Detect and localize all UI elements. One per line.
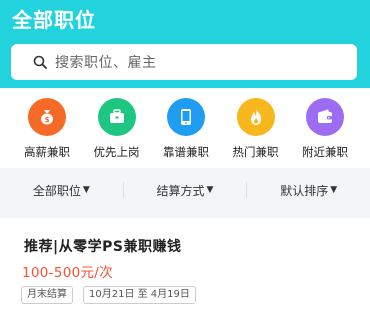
filter-label: 全部职位 bbox=[32, 183, 81, 198]
filter-bar: 全部职位 ▼ 结算方式 ▼ 默认排序 ▼ bbox=[0, 170, 370, 210]
page-title: 全部职位 bbox=[12, 8, 96, 32]
tag-settlement: 月末结算 bbox=[21, 286, 73, 304]
header-bar: 全部职位 搜索职位、雇主 bbox=[0, 0, 370, 88]
job-title: 推荐|从零学PS兼职赚钱 bbox=[24, 239, 182, 255]
search-placeholder: 搜索职位、雇主 bbox=[55, 55, 157, 71]
briefcase-icon bbox=[97, 98, 136, 136]
caret-down-icon: ▼ bbox=[206, 185, 214, 195]
svg-text:$: $ bbox=[45, 116, 50, 124]
search-icon bbox=[33, 55, 47, 69]
category-label: 高薪兼职 bbox=[24, 145, 70, 159]
filter-label: 默认排序 bbox=[280, 183, 329, 198]
search-bar[interactable]: 搜索职位、雇主 bbox=[11, 44, 357, 80]
category-high-pay[interactable]: $ 高薪兼职 bbox=[15, 98, 79, 164]
wallet-icon bbox=[306, 98, 344, 136]
category-reliable[interactable]: 靠谱兼职 bbox=[154, 98, 218, 164]
tag-date-range: 10月21日 至 4月19日 bbox=[83, 286, 196, 304]
filter-settlement[interactable]: 结算方式 ▼ bbox=[124, 182, 247, 199]
category-priority[interactable]: 优先上岗 bbox=[85, 98, 149, 164]
category-label: 热门兼职 bbox=[232, 145, 279, 159]
category-hot[interactable]: 热门兼职 bbox=[224, 98, 288, 164]
phone-icon bbox=[167, 98, 205, 136]
caret-down-icon: ▼ bbox=[82, 185, 90, 195]
job-tags: 月末结算 10月21日 至 4月19日 bbox=[21, 286, 206, 304]
category-label: 优先上岗 bbox=[93, 145, 140, 159]
caret-down-icon: ▼ bbox=[330, 185, 338, 195]
filter-sort[interactable]: 默认排序 ▼ bbox=[247, 182, 370, 199]
category-label: 靠谱兼职 bbox=[163, 145, 209, 159]
category-nearby[interactable]: 附近兼职 bbox=[293, 98, 357, 164]
category-row: $ 高薪兼职 优先上岗 靠谱兼职 热门兼职 附近兼职 bbox=[0, 98, 370, 164]
flame-icon bbox=[236, 98, 275, 136]
category-label: 附近兼职 bbox=[302, 145, 348, 159]
filter-label: 结算方式 bbox=[156, 183, 205, 198]
job-card[interactable]: 推荐|从零学PS兼职赚钱 100-500元/次 月末结算 10月21日 至 4月… bbox=[0, 220, 370, 309]
job-salary: 100-500元/次 bbox=[22, 265, 113, 281]
money-bag-icon: $ bbox=[28, 98, 66, 136]
filter-all-jobs[interactable]: 全部职位 ▼ bbox=[0, 182, 123, 199]
